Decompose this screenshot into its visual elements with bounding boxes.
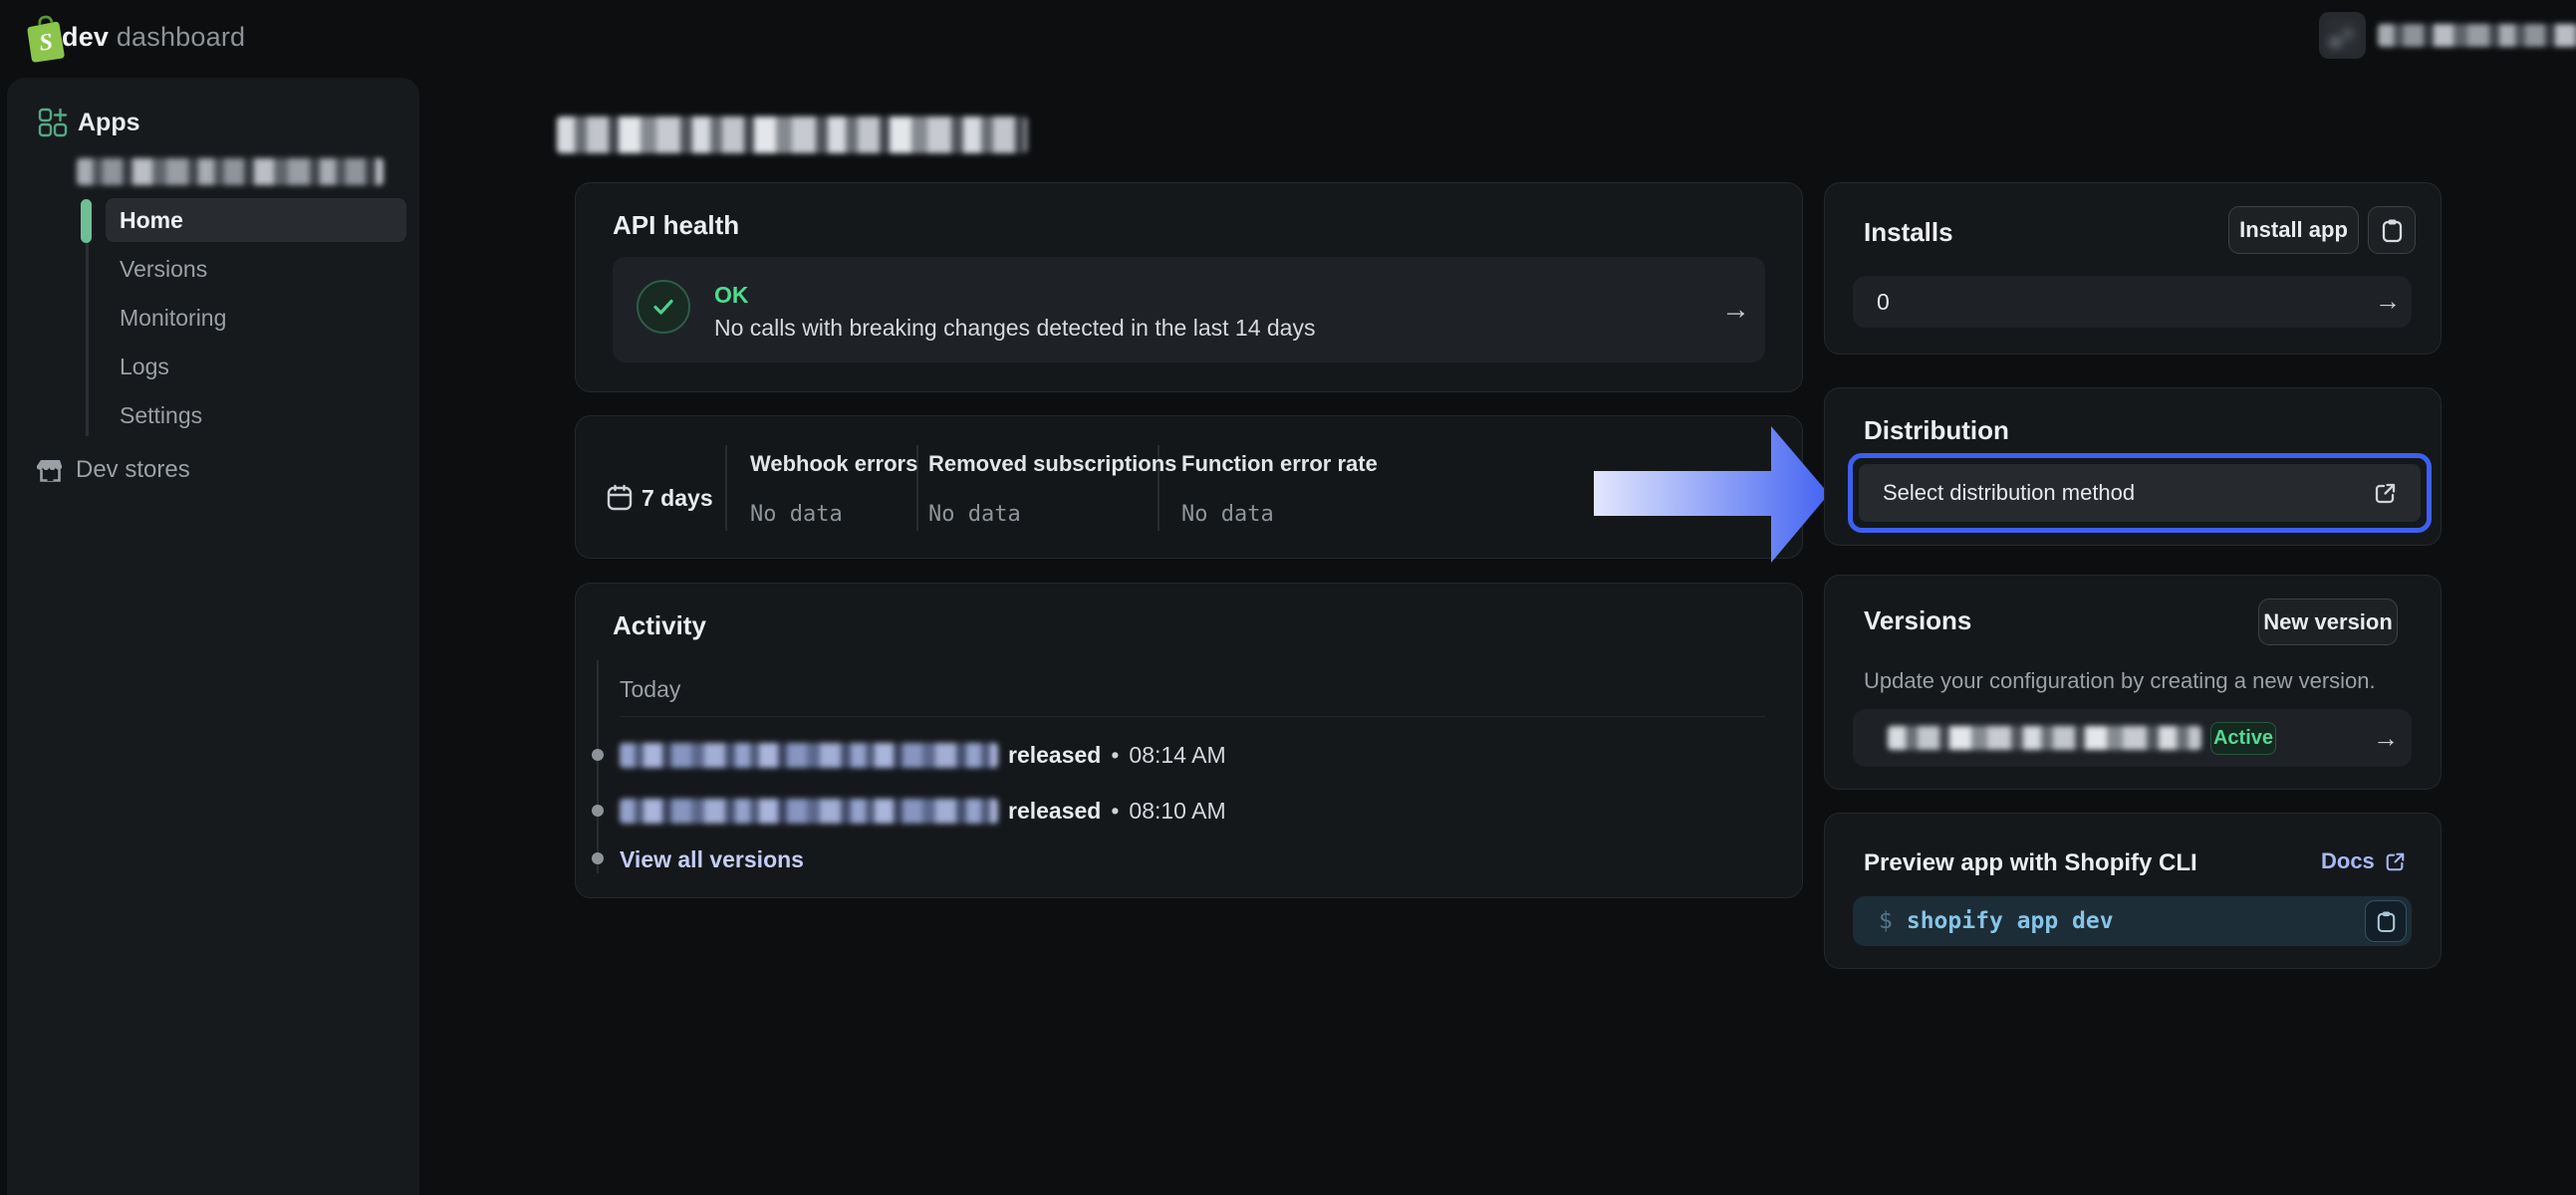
storefront-icon bbox=[37, 457, 64, 484]
metric-label-function-error-rate: Function error rate bbox=[1181, 451, 1378, 477]
version-name-redacted bbox=[1888, 726, 2201, 750]
activity-title: Activity bbox=[613, 610, 706, 641]
metric-label-removed-subscriptions: Removed subscriptions bbox=[928, 451, 1176, 477]
installs-title: Installs bbox=[1864, 217, 1953, 248]
api-health-status-row[interactable] bbox=[613, 257, 1765, 362]
distribution-title: Distribution bbox=[1864, 415, 2009, 446]
timeline-rail bbox=[597, 660, 599, 873]
activity-time: 08:14 AM bbox=[1129, 742, 1225, 769]
active-badge: Active bbox=[2210, 722, 2276, 755]
view-all-versions-link[interactable]: View all versions bbox=[620, 846, 804, 873]
preview-cli-title: Preview app with Shopify CLI bbox=[1864, 849, 2197, 877]
activity-group-label: Today bbox=[620, 676, 680, 703]
install-app-button[interactable]: Install app bbox=[2228, 206, 2359, 254]
version-name-redacted[interactable] bbox=[620, 799, 998, 824]
shopify-dev-dashboard: S dev dashboard Apps Home Versions Monit… bbox=[0, 0, 2576, 1195]
sidebar-item-monitoring[interactable]: Monitoring bbox=[106, 296, 406, 340]
clipboard-icon bbox=[2382, 218, 2403, 243]
activity-time: 08:10 AM bbox=[1129, 798, 1225, 825]
activity-action: released bbox=[1008, 798, 1101, 825]
sidebar bbox=[7, 78, 419, 1195]
brand-dashboard: dashboard bbox=[117, 22, 245, 52]
docs-label: Docs bbox=[2321, 848, 2375, 874]
bullet-separator: • bbox=[1111, 798, 1119, 825]
brand-dev: dev bbox=[62, 22, 109, 52]
activity-action: released bbox=[1008, 742, 1101, 769]
select-distribution-method-row[interactable]: Select distribution method bbox=[1859, 464, 2421, 522]
app-name-redacted[interactable] bbox=[77, 158, 384, 185]
external-link-icon bbox=[2374, 482, 2397, 505]
api-health-description: No calls with breaking changes detected … bbox=[714, 315, 1315, 342]
cli-command-row: $ shopify app dev bbox=[1853, 896, 2412, 946]
sidebar-item-versions[interactable]: Versions bbox=[106, 247, 406, 291]
timeline-bullet bbox=[592, 805, 604, 817]
copy-command-button[interactable] bbox=[2365, 900, 2407, 942]
docs-link[interactable]: Docs bbox=[2321, 848, 2406, 874]
copy-install-link-button[interactable] bbox=[2368, 206, 2416, 254]
cli-command: shopify app dev bbox=[1907, 908, 2114, 934]
calendar-icon bbox=[606, 484, 634, 512]
brand-title: dev dashboard bbox=[62, 22, 245, 53]
api-health-status: OK bbox=[714, 282, 749, 309]
apps-icon bbox=[38, 108, 68, 137]
bullet-separator: • bbox=[1111, 742, 1119, 769]
timeline-bullet bbox=[592, 749, 604, 761]
activity-entry: released • 08:10 AM bbox=[620, 796, 1226, 826]
page-title-redacted bbox=[557, 117, 1027, 153]
metric-value-removed-subscriptions: No data bbox=[928, 502, 1021, 527]
avatar[interactable] bbox=[2319, 12, 2366, 59]
sidebar-item-settings[interactable]: Settings bbox=[106, 393, 406, 437]
select-distribution-method-label: Select distribution method bbox=[1883, 480, 2135, 506]
external-link-icon bbox=[2385, 851, 2406, 872]
account-name-redacted[interactable] bbox=[2378, 24, 2576, 47]
metric-label-webhook-errors: Webhook errors bbox=[750, 451, 917, 477]
clipboard-icon bbox=[2377, 910, 2396, 933]
sidebar-item-logs[interactable]: Logs bbox=[106, 345, 406, 388]
timeline-bullet bbox=[592, 852, 604, 864]
metric-value-function-error-rate: No data bbox=[1181, 502, 1274, 527]
version-name-redacted[interactable] bbox=[620, 743, 998, 768]
api-health-title: API health bbox=[613, 210, 739, 241]
divider bbox=[620, 716, 1765, 717]
sidebar-item-dev-stores[interactable]: Dev stores bbox=[76, 456, 190, 484]
cli-prompt: $ bbox=[1879, 908, 1893, 934]
sidebar-item-apps[interactable]: Apps bbox=[78, 108, 140, 137]
versions-title: Versions bbox=[1864, 605, 1971, 636]
activity-entry: released • 08:14 AM bbox=[620, 740, 1226, 770]
versions-description: Update your configuration by creating a … bbox=[1864, 668, 2376, 694]
metric-value-webhook-errors: No data bbox=[750, 502, 843, 527]
check-circle-icon bbox=[637, 280, 690, 334]
installs-count: 0 bbox=[1877, 289, 1890, 316]
arrow-right-icon[interactable]: → bbox=[1721, 294, 1750, 327]
annotation-arrow bbox=[1592, 424, 1833, 565]
active-indicator-bar bbox=[81, 199, 92, 243]
divider bbox=[725, 445, 727, 531]
arrow-right-icon[interactable]: → bbox=[2375, 286, 2401, 317]
arrow-right-icon[interactable]: → bbox=[2373, 723, 2399, 754]
installs-count-row[interactable] bbox=[1853, 276, 2412, 328]
metrics-period: 7 days bbox=[642, 484, 713, 512]
annotation-highlight-box: Select distribution method bbox=[1848, 453, 2432, 533]
sidebar-item-home[interactable]: Home bbox=[106, 198, 406, 242]
new-version-button[interactable]: New version bbox=[2258, 598, 2398, 645]
avatar-image-redacted bbox=[2325, 18, 2360, 53]
